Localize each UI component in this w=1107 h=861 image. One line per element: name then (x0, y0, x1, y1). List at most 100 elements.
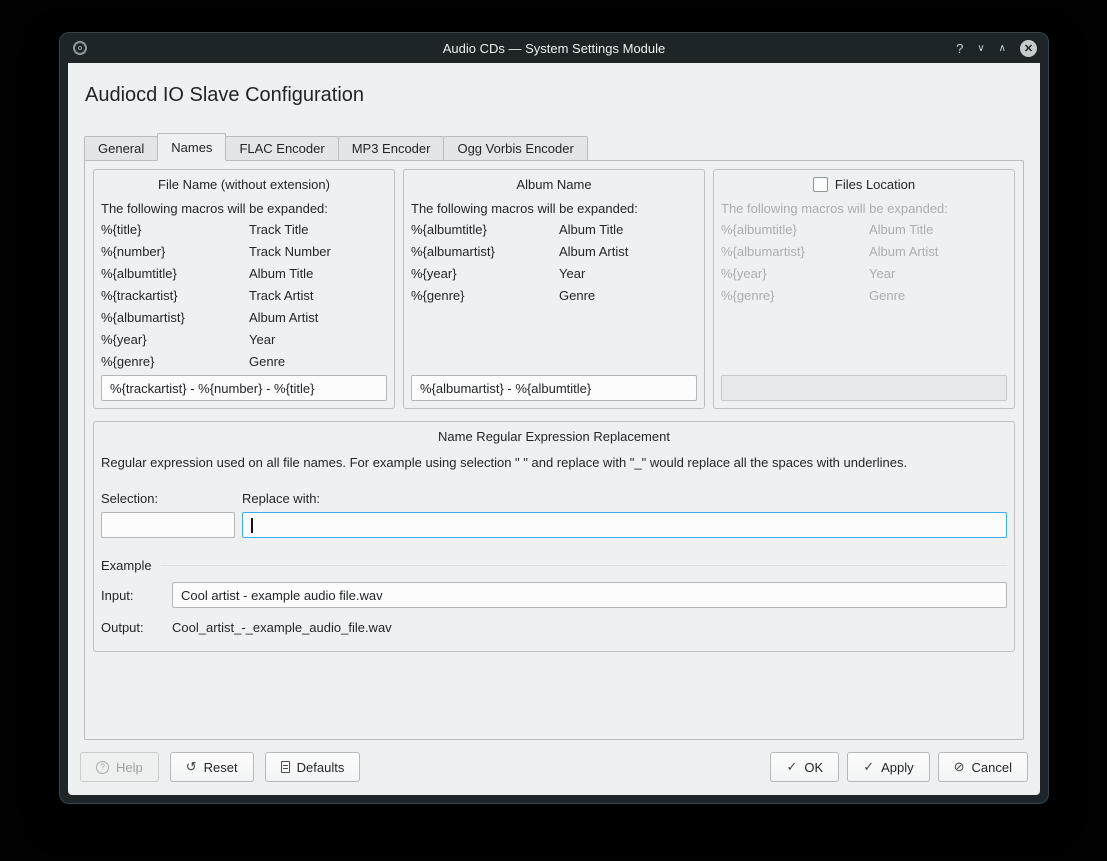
file-name-group: File Name (without extension) The follow… (93, 169, 395, 409)
macro-token: %{genre} (721, 285, 869, 307)
macro-description: Year (249, 329, 275, 351)
macros-intro: The following macros will be expanded: (721, 201, 1007, 216)
example-section-header: Example (101, 558, 1007, 573)
macro-token: %{genre} (101, 351, 249, 373)
regex-replacement-group: Name Regular Expression Replacement Regu… (93, 421, 1015, 652)
dialog-button-box: ? Help ↺ Reset Defaults ✓ OK (68, 752, 1040, 795)
album-name-group: Album Name The following macros will be … (403, 169, 705, 409)
macro-row: %{genre}Genre (721, 285, 1007, 307)
macro-token: %{year} (721, 263, 869, 285)
tab-ogg-vorbis-encoder[interactable]: Ogg Vorbis Encoder (443, 136, 587, 161)
example-input[interactable] (172, 582, 1007, 608)
macro-row: %{year}Year (721, 263, 1007, 285)
tab-bar: General Names FLAC Encoder MP3 Encoder O… (84, 133, 1024, 161)
help-button-label: Help (116, 760, 143, 775)
selection-input[interactable] (101, 512, 235, 538)
regex-description: Regular expression used on all file name… (101, 455, 1007, 470)
macro-token: %{year} (411, 263, 559, 285)
macro-token: %{albumtitle} (101, 263, 249, 285)
macro-token: %{title} (101, 219, 249, 241)
macro-row: %{albumtitle}Album Title (411, 219, 697, 241)
macro-row: %{title}Track Title (101, 219, 387, 241)
ok-button-label: OK (804, 760, 823, 775)
tab-mp3-encoder[interactable]: MP3 Encoder (338, 136, 445, 161)
tab-general[interactable]: General (84, 136, 158, 161)
checkmark-icon: ✓ (786, 759, 797, 775)
macro-row: %{albumartist}Album Artist (721, 241, 1007, 263)
reset-button[interactable]: ↺ Reset (170, 752, 254, 782)
group-title: Album Name (411, 177, 697, 192)
footer-left-buttons: ? Help ↺ Reset Defaults (80, 752, 360, 782)
macro-description: Genre (249, 351, 285, 373)
input-label: Input: (101, 588, 172, 603)
macro-token: %{genre} (411, 285, 559, 307)
footer-right-buttons: ✓ OK ✓ Apply ⊘ Cancel (770, 752, 1028, 782)
chevron-down-icon[interactable]: ∨ (977, 43, 984, 54)
macro-description: Year (559, 263, 585, 285)
window-title: Audio CDs — System Settings Module (60, 41, 1048, 56)
cancel-button[interactable]: ⊘ Cancel (938, 752, 1028, 782)
window-content: Audiocd IO Slave Configuration General N… (68, 63, 1040, 795)
macro-token: %{albumartist} (101, 307, 249, 329)
divider-line (161, 565, 1007, 566)
checkmark-icon: ✓ (863, 759, 874, 775)
macro-description: Album Title (869, 219, 933, 241)
chevron-up-icon[interactable]: ∧ (999, 43, 1006, 54)
cancel-button-label: Cancel (972, 760, 1012, 775)
macro-token: %{albumartist} (411, 241, 559, 263)
macro-row: %{number}Track Number (101, 241, 387, 263)
example-output-row: Output: Cool_artist_-_example_audio_file… (101, 620, 1007, 635)
macro-row: %{year}Year (101, 329, 387, 351)
macro-row: %{genre}Genre (411, 285, 697, 307)
macro-description: Album Artist (869, 241, 938, 263)
desktop-background: Audio CDs — System Settings Module ? ∨ ∧… (0, 0, 1107, 861)
example-title: Example (101, 558, 152, 573)
window-controls: ? ∨ ∧ ✕ (956, 33, 1037, 63)
macro-description: Album Title (249, 263, 313, 285)
macro-row: %{year}Year (411, 263, 697, 285)
macro-description: Album Artist (559, 241, 628, 263)
apply-button[interactable]: ✓ Apply (847, 752, 929, 782)
macro-description: Track Number (249, 241, 331, 263)
files-location-checkbox[interactable] (813, 177, 828, 192)
tab-flac-encoder[interactable]: FLAC Encoder (225, 136, 338, 161)
apply-button-label: Apply (881, 760, 914, 775)
defaults-button[interactable]: Defaults (265, 752, 361, 782)
whats-this-help-icon[interactable]: ? (956, 41, 963, 56)
macro-token: %{albumtitle} (721, 219, 869, 241)
macro-token: %{year} (101, 329, 249, 351)
reset-button-label: Reset (204, 760, 238, 775)
help-button[interactable]: ? Help (80, 752, 159, 782)
file-name-pattern-input[interactable] (101, 375, 387, 401)
macro-row: %{genre}Genre (101, 351, 387, 373)
files-location-pattern-input[interactable] (721, 375, 1007, 401)
macro-description: Genre (869, 285, 905, 307)
audiocd-settings-window: Audio CDs — System Settings Module ? ∨ ∧… (60, 33, 1048, 803)
name-groups-row: File Name (without extension) The follow… (93, 169, 1015, 409)
macro-token: %{albumartist} (721, 241, 869, 263)
macro-token: %{albumtitle} (411, 219, 559, 241)
files-location-label: Files Location (835, 177, 915, 192)
files-location-group: Files Location The following macros will… (713, 169, 1015, 409)
text-caret (251, 518, 253, 533)
macro-row: %{albumtitle}Album Title (721, 219, 1007, 241)
macro-description: Album Title (559, 219, 623, 241)
output-label: Output: (101, 620, 172, 635)
help-icon: ? (96, 761, 109, 774)
macro-row: %{albumartist}Album Artist (101, 307, 387, 329)
replace-with-label: Replace with: (242, 491, 1007, 506)
group-title: Files Location (721, 177, 1007, 192)
replace-with-input[interactable] (242, 512, 1007, 538)
output-value: Cool_artist_-_example_audio_file.wav (172, 620, 392, 635)
macro-description: Track Title (249, 219, 308, 241)
tab-names[interactable]: Names (157, 133, 226, 161)
macro-row: %{trackartist}Track Artist (101, 285, 387, 307)
macro-description: Album Artist (249, 307, 318, 329)
close-button[interactable]: ✕ (1020, 40, 1037, 57)
album-name-pattern-input[interactable] (411, 375, 697, 401)
titlebar[interactable]: Audio CDs — System Settings Module ? ∨ ∧… (60, 33, 1048, 63)
macro-row: %{albumartist}Album Artist (411, 241, 697, 263)
ok-button[interactable]: ✓ OK (770, 752, 839, 782)
macro-token: %{trackartist} (101, 285, 249, 307)
example-input-row: Input: (101, 582, 1007, 608)
